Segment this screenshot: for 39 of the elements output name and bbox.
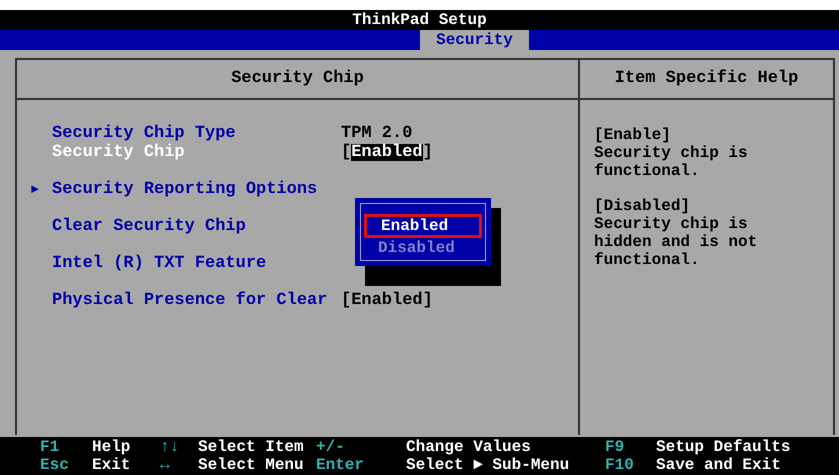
key-hint: ↑↓ <box>160 439 180 455</box>
help-heading: [Disabled] <box>594 197 690 215</box>
bracket: ] <box>422 144 433 161</box>
panel-title: Security Chip <box>231 68 364 90</box>
key-hint: F9 <box>605 439 624 455</box>
help-text: Security chip is functional. <box>594 144 749 180</box>
key-hint: +/- <box>316 439 345 455</box>
help-heading: [Enable] <box>594 126 671 144</box>
submenu-arrow: ► <box>30 183 40 196</box>
key-hint: Enter <box>316 457 364 473</box>
key-action: Select Item <box>198 439 304 455</box>
menu-tab[interactable]: Security <box>420 30 529 50</box>
help-text: Security chip is hidden and is not functional. <box>594 215 758 269</box>
setting-value[interactable]: Enabled <box>351 144 423 161</box>
key-action: Help <box>92 439 130 455</box>
key-action: Select Menu <box>198 457 304 473</box>
setting-label[interactable]: Security Reporting Options <box>52 181 341 198</box>
setting-label[interactable]: Security Chip Type <box>52 125 341 142</box>
key-action: Change Values <box>406 439 531 455</box>
setting-value[interactable]: Enabled <box>351 292 423 309</box>
setting-value: TPM 2.0 <box>341 125 412 142</box>
setting-label[interactable]: Clear Security Chip <box>52 218 341 235</box>
key-hint: Esc <box>40 457 69 473</box>
bracket: [ <box>341 144 352 161</box>
setting-label[interactable]: Intel (R) TXT Feature <box>52 255 341 272</box>
key-action: Setup Defaults <box>656 439 790 455</box>
key-hint: F1 <box>40 439 60 455</box>
key-hint: ↔ <box>160 457 170 473</box>
key-action: Save and Exit <box>656 457 781 473</box>
setting-label[interactable]: Physical Presence for Clear <box>52 292 341 309</box>
popup-option[interactable]: Enabled <box>364 214 482 238</box>
popup-option[interactable]: Disabled <box>364 236 482 260</box>
key-action: Exit <box>92 457 130 473</box>
bracket: [ <box>341 292 352 309</box>
window-title: ThinkPad Setup <box>352 12 487 28</box>
help-title: Item Specific Help <box>614 68 798 90</box>
key-hint: F10 <box>605 457 634 473</box>
key-action: Select ► Sub-Menu <box>406 457 570 473</box>
bracket: ] <box>422 292 433 309</box>
